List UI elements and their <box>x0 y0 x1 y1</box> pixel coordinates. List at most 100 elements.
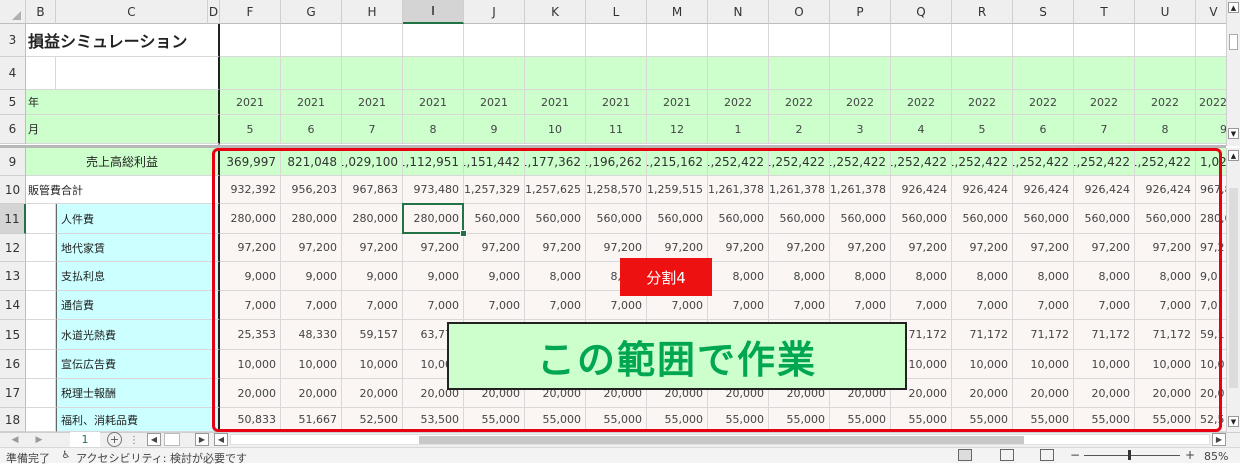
value-cell[interactable]: 25,353 <box>220 320 281 350</box>
page-layout-view-icon[interactable] <box>1000 449 1014 461</box>
value-cell[interactable]: 55,000 <box>1013 408 1074 432</box>
value-cell[interactable]: 8,000 <box>708 262 769 291</box>
value-cell[interactable]: 8,000 <box>1013 262 1074 291</box>
value-cell[interactable]: 9,000 <box>403 262 464 291</box>
value-cell[interactable]: 7,000 <box>1074 291 1135 320</box>
blank-cell[interactable] <box>830 57 891 90</box>
value-cell[interactable]: 560,000 <box>769 204 830 234</box>
header-cell[interactable]: 4 <box>891 115 952 144</box>
blank-cell[interactable] <box>1074 57 1135 90</box>
value-cell[interactable]: 10,000 <box>342 350 403 379</box>
value-cell[interactable]: 7,000 <box>464 291 525 320</box>
blank-cell[interactable] <box>1074 24 1135 57</box>
header-cell[interactable]: 2 <box>769 115 830 144</box>
value-cell[interactable]: 1,258,570 <box>586 176 647 204</box>
zoom-slider[interactable] <box>1084 450 1180 460</box>
indent-cell[interactable] <box>26 320 56 350</box>
value-cell[interactable]: 20,000 <box>1135 379 1196 408</box>
value-cell[interactable]: 97,200 <box>1013 234 1074 262</box>
value-cell[interactable]: 20,000 <box>1013 379 1074 408</box>
zoom-slider-thumb[interactable] <box>1128 450 1131 460</box>
column-header-L[interactable]: L <box>586 0 647 24</box>
value-cell[interactable]: 97,200 <box>220 234 281 262</box>
blank-cell[interactable] <box>26 57 56 90</box>
tab-scroll-left-icon[interactable]: ◀ <box>147 433 161 446</box>
row-label-10[interactable]: 販管費合計 <box>26 176 220 204</box>
row-header-4[interactable]: 4 <box>0 57 26 90</box>
value-cell[interactable]: 71,172 <box>1135 320 1196 350</box>
column-header-R[interactable]: R <box>952 0 1013 24</box>
header-cell[interactable]: 3 <box>830 115 891 144</box>
header-cell[interactable]: 10 <box>525 115 586 144</box>
value-cell[interactable]: 8,000 <box>891 262 952 291</box>
value-cell[interactable]: 10,000 <box>952 350 1013 379</box>
header-cell[interactable]: 8 <box>1135 115 1196 144</box>
column-header-G[interactable]: G <box>281 0 342 24</box>
value-cell[interactable]: 97,200 <box>830 234 891 262</box>
header-cell[interactable]: 2021 <box>342 90 403 115</box>
vscroll-down-icon[interactable]: ▼ <box>1228 128 1239 139</box>
value-cell[interactable]: 97,200 <box>952 234 1013 262</box>
header-cell[interactable]: 2022 <box>1074 90 1135 115</box>
zoom-out-icon[interactable]: − <box>1070 448 1080 462</box>
value-cell[interactable]: 1,257,329 <box>464 176 525 204</box>
value-cell[interactable]: 1,252,422 <box>1074 148 1135 176</box>
value-cell[interactable]: 97,200 <box>464 234 525 262</box>
column-header-M[interactable]: M <box>647 0 708 24</box>
header-cell[interactable]: 2022 <box>769 90 830 115</box>
blank-cell[interactable] <box>525 57 586 90</box>
value-cell[interactable]: 8,000 <box>952 262 1013 291</box>
indent-cell[interactable] <box>26 379 56 408</box>
value-cell[interactable]: 1,252,422 <box>952 148 1013 176</box>
header-cell[interactable]: 5 <box>220 115 281 144</box>
value-cell[interactable]: 97,200 <box>525 234 586 262</box>
column-header-Q[interactable]: Q <box>891 0 952 24</box>
indent-cell[interactable] <box>26 291 56 320</box>
blank-cell[interactable] <box>830 24 891 57</box>
value-cell[interactable]: 51,667 <box>281 408 342 432</box>
header-cell[interactable]: 11 <box>586 115 647 144</box>
row-label-14[interactable]: 通信費 <box>56 291 220 320</box>
blank-cell[interactable] <box>1013 57 1074 90</box>
value-cell[interactable]: 1,112,951 <box>403 148 464 176</box>
column-header-D[interactable]: D <box>208 0 220 24</box>
value-cell[interactable]: 55,000 <box>525 408 586 432</box>
header-cell[interactable]: 7 <box>1074 115 1135 144</box>
value-cell[interactable]: 55,000 <box>1074 408 1135 432</box>
hscroll-left-icon[interactable]: ◀ <box>214 433 228 446</box>
value-cell[interactable]: 821,048 <box>281 148 342 176</box>
value-cell[interactable]: 9,000 <box>220 262 281 291</box>
row-header-14[interactable]: 14 <box>0 291 26 320</box>
value-cell[interactable]: 10,000 <box>1135 350 1196 379</box>
value-cell[interactable]: 55,000 <box>769 408 830 432</box>
value-cell[interactable]: 1,259,515 <box>647 176 708 204</box>
zoom-level[interactable]: 85% <box>1204 450 1228 463</box>
blank-cell[interactable] <box>464 24 525 57</box>
value-cell[interactable]: 7,000 <box>1135 291 1196 320</box>
value-cell[interactable]: 10,000 <box>1013 350 1074 379</box>
blank-cell[interactable] <box>647 57 708 90</box>
blank-cell[interactable] <box>56 57 220 90</box>
indent-cell[interactable] <box>26 234 56 262</box>
vertical-scrollbar-lower[interactable]: ▲ ▼ <box>1226 148 1240 432</box>
value-cell[interactable]: 1,261,378 <box>830 176 891 204</box>
blank-cell[interactable] <box>281 24 342 57</box>
row-label-11[interactable]: 人件費 <box>56 204 220 234</box>
vertical-scrollbar-upper[interactable]: ▲ ▼ <box>1226 0 1240 146</box>
header-cell[interactable]: 2022 <box>1013 90 1074 115</box>
value-cell[interactable]: 280,000 <box>281 204 342 234</box>
value-cell[interactable]: 9,000 <box>464 262 525 291</box>
column-header-T[interactable]: T <box>1074 0 1135 24</box>
value-cell[interactable]: 560,000 <box>586 204 647 234</box>
blank-cell[interactable] <box>647 24 708 57</box>
normal-view-icon[interactable] <box>958 449 972 461</box>
value-cell[interactable]: 71,172 <box>1013 320 1074 350</box>
hscroll-right-icon[interactable]: ▶ <box>1212 433 1226 446</box>
value-cell[interactable]: 20,000 <box>220 379 281 408</box>
page-break-view-icon[interactable] <box>1040 449 1054 461</box>
value-cell[interactable]: 8,000 <box>830 262 891 291</box>
row-header-9[interactable]: 9 <box>0 148 26 176</box>
value-cell[interactable]: 97,200 <box>342 234 403 262</box>
vertical-dots-icon[interactable]: ⋮ <box>129 433 139 447</box>
value-cell[interactable]: 7,000 <box>891 291 952 320</box>
